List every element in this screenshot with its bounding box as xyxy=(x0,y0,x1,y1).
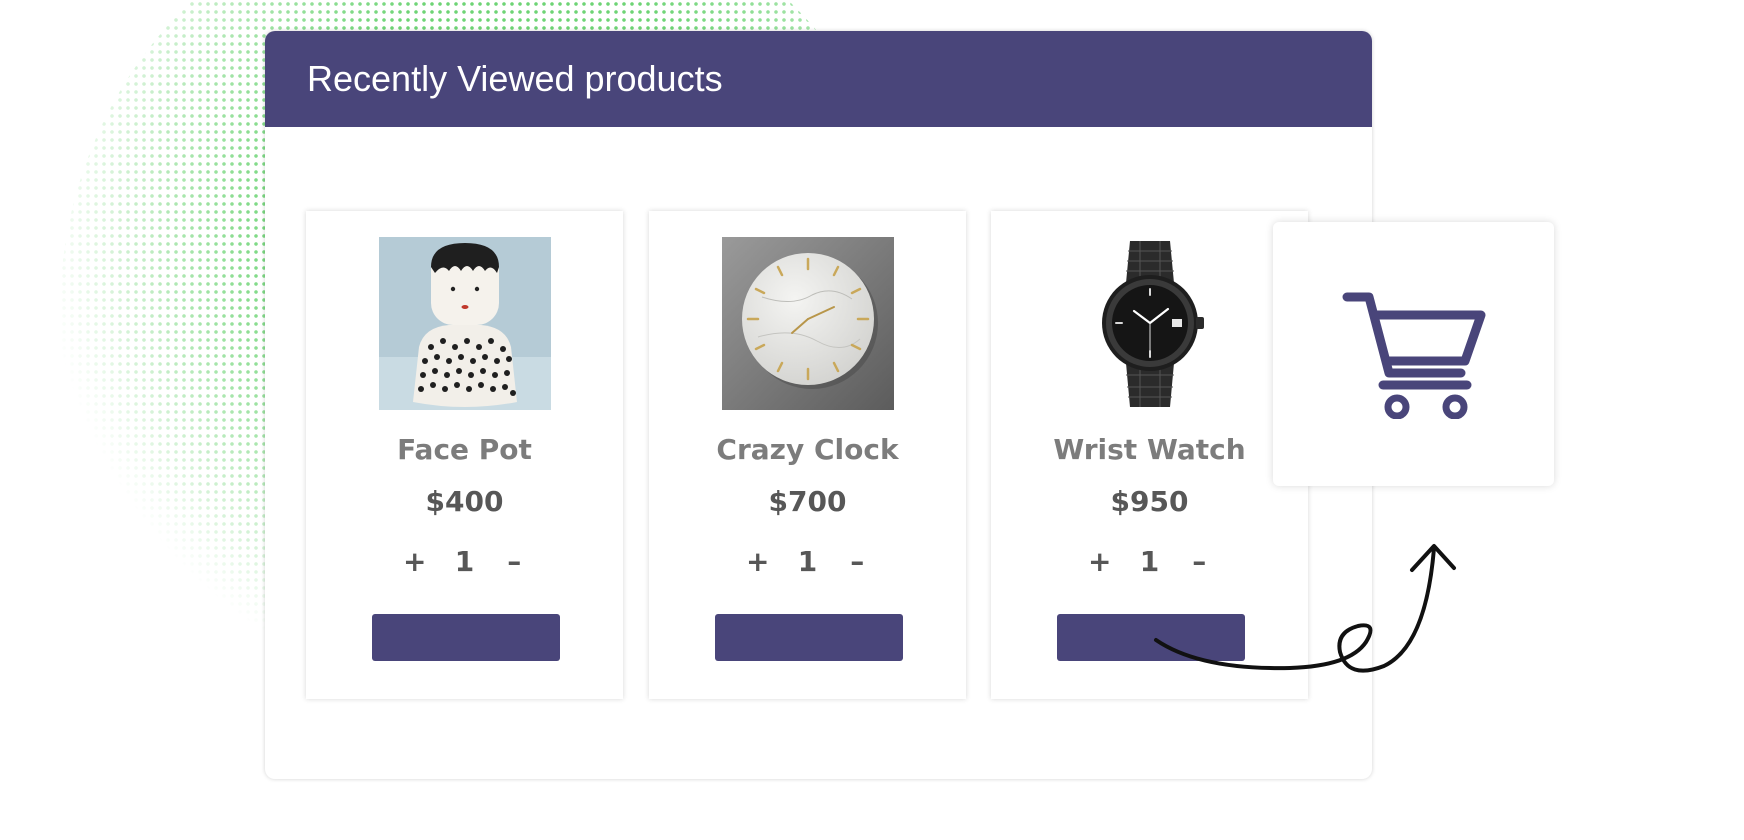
product-name[interactable]: Wrist Watch xyxy=(991,433,1308,466)
product-image-crazy-clock[interactable] xyxy=(722,237,894,410)
product-price: $700 xyxy=(768,485,847,518)
product-card-crazy-clock: Crazy Clock $700 + 1 – xyxy=(649,211,966,699)
product-name[interactable]: Face Pot xyxy=(306,433,623,466)
qty-decrease-button[interactable]: – xyxy=(502,545,526,578)
qty-increase-button[interactable]: + xyxy=(746,545,770,578)
quantity-stepper: + 1 – xyxy=(649,545,966,578)
product-price: $400 xyxy=(425,485,504,518)
product-card-face-pot: Face Pot $400 + 1 – xyxy=(306,211,623,699)
qty-value: 1 xyxy=(797,545,818,578)
product-price: $950 xyxy=(1110,485,1189,518)
product-image-wrist-watch[interactable] xyxy=(1064,237,1236,410)
panel-title: Recently Viewed products xyxy=(307,58,723,99)
panel-header: Recently Viewed products xyxy=(265,31,1372,127)
qty-value: 1 xyxy=(454,545,475,578)
product-image-face-pot[interactable] xyxy=(379,237,551,410)
product-name[interactable]: Crazy Clock xyxy=(649,433,966,466)
qty-increase-button[interactable]: + xyxy=(1088,545,1112,578)
add-to-cart-button[interactable] xyxy=(715,614,903,661)
add-to-cart-button[interactable] xyxy=(372,614,560,661)
qty-increase-button[interactable]: + xyxy=(403,545,427,578)
shopping-cart-icon xyxy=(1342,292,1485,419)
curly-arrow-icon xyxy=(1154,544,1456,673)
cart-box[interactable] xyxy=(1273,222,1554,486)
quantity-stepper: + 1 – xyxy=(306,545,623,578)
qty-decrease-button[interactable]: – xyxy=(845,545,869,578)
